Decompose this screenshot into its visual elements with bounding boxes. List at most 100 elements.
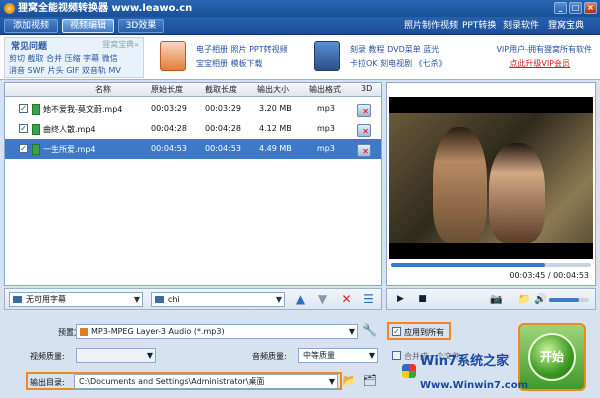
convert-label: 开始 (528, 333, 576, 381)
stop-icon[interactable]: ■ (415, 292, 430, 307)
merge-checkbox[interactable] (392, 351, 401, 360)
link-photo-video[interactable]: 照片制作视频 (404, 20, 458, 32)
audio-quality-label: 音频质量: (252, 352, 287, 361)
chevron-down-icon: ▼ (275, 295, 282, 304)
vip-info: VIP用户-拥有狸窝所有软件 (496, 45, 592, 54)
snapshot-camera-icon[interactable]: 📷 (489, 292, 504, 307)
video-preview[interactable] (389, 97, 593, 259)
minimize-button[interactable]: _ (554, 2, 567, 14)
convert-button[interactable]: 开始 (518, 323, 586, 391)
col-original-length[interactable]: 原始长度 (151, 84, 183, 95)
faq-links-2[interactable]: 消音 SWF 片头 GIF 双音轨 MV (9, 65, 121, 76)
col-3d[interactable]: 3D (361, 84, 372, 93)
col-cut-length[interactable]: 截取长度 (205, 84, 237, 95)
tab-add-video[interactable]: 添加视频 (4, 19, 58, 33)
list-settings-icon[interactable]: ☰ (361, 292, 376, 307)
ppt-promo-icon[interactable] (160, 41, 186, 71)
ad-photo-album[interactable]: 电子相册 照片 PPT转视频 (196, 44, 288, 55)
output-format: mp3 (317, 124, 335, 133)
figure-right (489, 143, 545, 243)
col-output-size[interactable]: 输出大小 (257, 84, 289, 95)
windows-logo-icon (402, 364, 416, 378)
volume-slider[interactable] (549, 298, 589, 302)
col-output-format[interactable]: 输出格式 (309, 84, 341, 95)
volume-icon[interactable]: 🔊 (533, 292, 548, 307)
cut-length: 00:04:28 (205, 124, 241, 133)
apply-all-label: 应用到所有 (404, 328, 444, 337)
output-dir-input[interactable]: C:\Documents and Settings\Administrator\… (74, 374, 338, 389)
link-ppt-convert[interactable]: PPT转换 (462, 20, 496, 32)
open-folder-icon[interactable]: 🗂 (362, 373, 377, 388)
file-name: 一生所爱.mp4 (43, 145, 96, 154)
dvd-promo-icon[interactable] (314, 41, 340, 71)
video-quality-label: 视频质量: (30, 352, 65, 361)
chevron-down-icon: ▼ (328, 377, 335, 386)
chevron-down-icon: ▼ (348, 327, 355, 336)
3d-settings-icon[interactable]: ✕ (357, 104, 371, 117)
seek-bar[interactable] (391, 263, 591, 267)
chevron-down-icon: ▼ (368, 351, 375, 360)
3d-settings-icon[interactable]: ✕ (357, 124, 371, 137)
link-leawo-guide[interactable]: 狸窝宝典 (548, 20, 584, 32)
watermark-url: Www.Winwin7.com (420, 380, 529, 391)
tab-video-edit[interactable]: 视频编辑 (62, 19, 114, 33)
cut-length: 00:04:53 (205, 144, 241, 153)
app-logo-icon (4, 3, 15, 14)
title-bar: 狸窝全能视频转换器 www.leawo.cn _ □ × (0, 0, 600, 17)
faq-panel: 常见问题 狸窝宝典» 剪切 截取 合并 压缩 字幕 微信 消音 SWF 片头 G… (4, 37, 144, 78)
link-burn-software[interactable]: 刻录软件 (503, 20, 539, 32)
move-down-icon[interactable]: ▼ (315, 292, 330, 307)
delete-icon[interactable]: ✕ (339, 292, 354, 307)
close-button[interactable]: × (584, 2, 597, 14)
output-size: 4.12 MB (259, 124, 292, 133)
folder-icon[interactable]: 📁 (517, 292, 532, 307)
file-list: 名称 原始长度 截取长度 输出大小 输出格式 3D ✓ 她不爱我-莫文蔚.mp4… (4, 82, 382, 286)
table-row[interactable]: ✓ 曲终人散.mp4 00:04:28 00:04:28 4.12 MB mp3… (5, 119, 381, 139)
apply-all-checkbox[interactable]: ✓ (392, 327, 401, 336)
preview-panel: 00:03:45 / 00:04:53 (386, 82, 596, 286)
output-size: 4.49 MB (259, 144, 292, 153)
col-name[interactable]: 名称 (95, 84, 111, 95)
ad-burn[interactable]: 刻录 教程 DVD菜单 蓝光 (350, 44, 439, 55)
faq-title: 常见问题 (11, 42, 48, 52)
time-readout: 00:03:45 / 00:04:53 (509, 271, 589, 280)
audio-track-value: chi (168, 295, 180, 304)
original-length: 00:04:28 (151, 124, 187, 133)
vip-upgrade-link[interactable]: 点此升级VIP会员 (509, 58, 570, 69)
subtitle-select[interactable]: 无可用字幕 ▼ (9, 292, 143, 307)
tab-3d-effect[interactable]: 3D效果 (118, 19, 164, 33)
audio-format-icon (80, 328, 88, 336)
wrench-icon[interactable]: 🔧 (362, 323, 377, 338)
output-dir-value: C:\Documents and Settings\Administrator\… (79, 377, 265, 386)
faq-links-1[interactable]: 剪切 截取 合并 压缩 字幕 微信 (9, 53, 118, 64)
window-title: 狸窝全能视频转换器 www.leawo.cn (18, 3, 193, 14)
ad-baby-album[interactable]: 宝宝相册 模板下载 (196, 58, 263, 69)
original-length: 00:04:53 (151, 144, 187, 153)
move-up-icon[interactable]: ▲ (293, 292, 308, 307)
video-frame (389, 113, 593, 243)
maximize-button[interactable]: □ (569, 2, 582, 14)
figure-left (433, 127, 487, 243)
row-checkbox[interactable]: ✓ (19, 124, 28, 133)
row-checkbox[interactable]: ✓ (19, 144, 28, 153)
cut-length: 00:03:29 (205, 104, 241, 113)
row-checkbox[interactable]: ✓ (19, 104, 28, 113)
list-toolbar: 无可用字幕 ▼ chi ▼ ▲ ▼ ✕ ☰ (4, 288, 382, 310)
output-dir-label: 输出目录: (30, 378, 65, 387)
preset-select[interactable]: MP3-MPEG Layer-3 Audio (*.mp3) ▼ (76, 324, 358, 339)
file-name: 她不爱我-莫文蔚.mp4 (43, 105, 123, 114)
table-row[interactable]: ✓ 她不爱我-莫文蔚.mp4 00:03:29 00:03:29 3.20 MB… (5, 99, 381, 119)
seek-progress (391, 263, 545, 267)
3d-settings-icon[interactable]: ✕ (357, 144, 371, 157)
chevron-down-icon: ▼ (146, 351, 153, 360)
faq-guide-link[interactable]: 狸窝宝典» (102, 39, 139, 50)
audio-quality-select[interactable]: 中等质量 ▼ (298, 348, 378, 363)
browse-folder-icon[interactable]: 📂 (342, 373, 357, 388)
ad-karaoke[interactable]: 卡拉OK 刻电视剧 《七杀》 (350, 58, 447, 69)
table-row-selected[interactable]: ✓ 一生所爱.mp4 00:04:53 00:04:53 4.49 MB mp3… (5, 139, 381, 159)
original-length: 00:03:29 (151, 104, 187, 113)
audio-track-select[interactable]: chi ▼ (151, 292, 285, 307)
video-quality-select[interactable]: ▼ (76, 348, 156, 363)
window-controls: _ □ × (554, 2, 597, 14)
play-icon[interactable]: ▶ (393, 292, 408, 307)
